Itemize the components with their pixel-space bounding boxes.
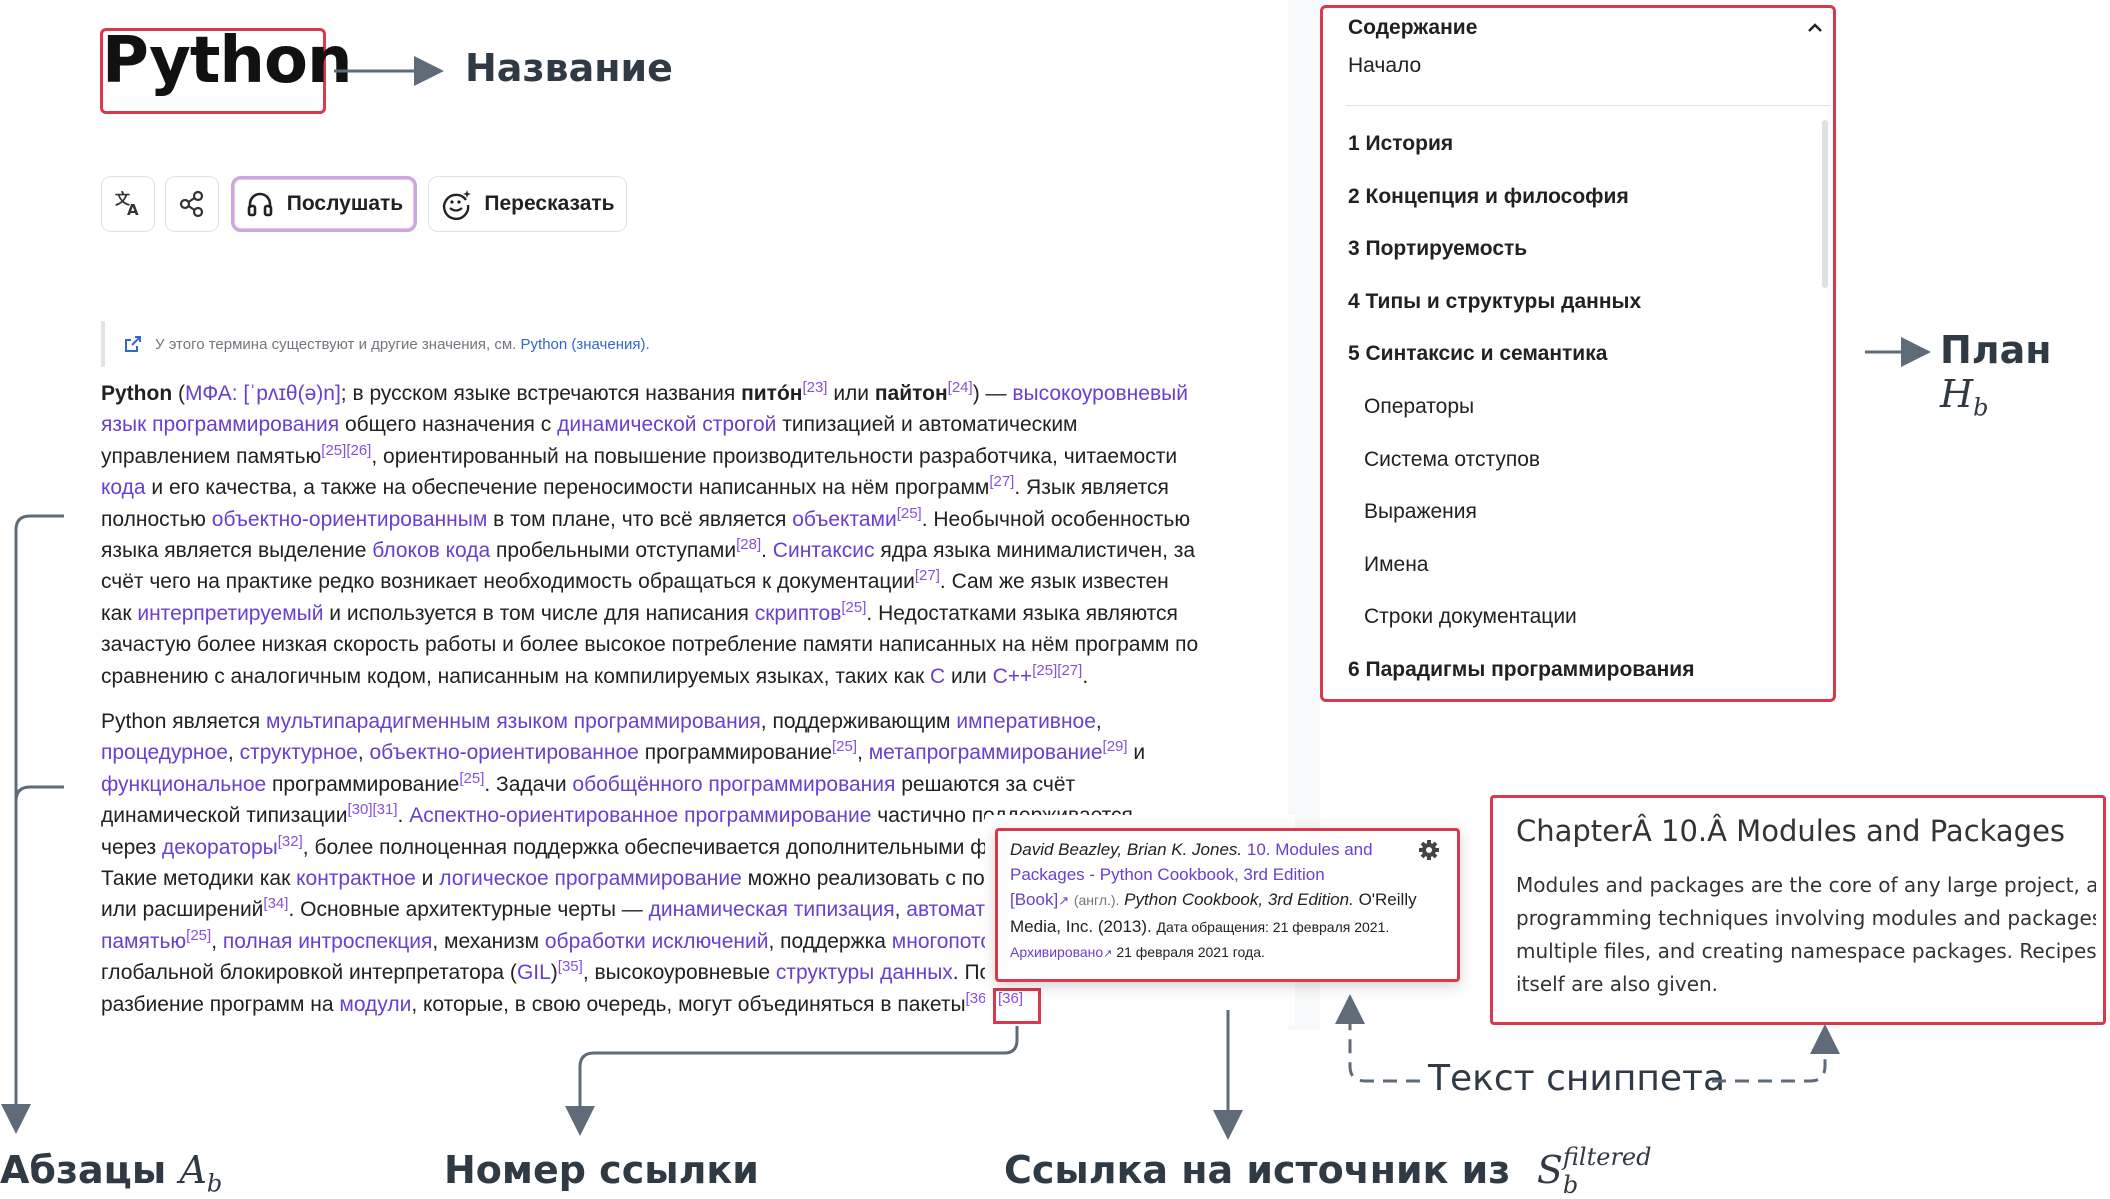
paragraphs-bracket <box>1 514 64 1134</box>
snippet-dashed-left <box>1335 994 1420 1083</box>
refnum-arrow <box>565 1026 1019 1136</box>
snippet-dashed-right <box>1712 1024 1840 1083</box>
annotation-arrows <box>1 56 1931 1140</box>
